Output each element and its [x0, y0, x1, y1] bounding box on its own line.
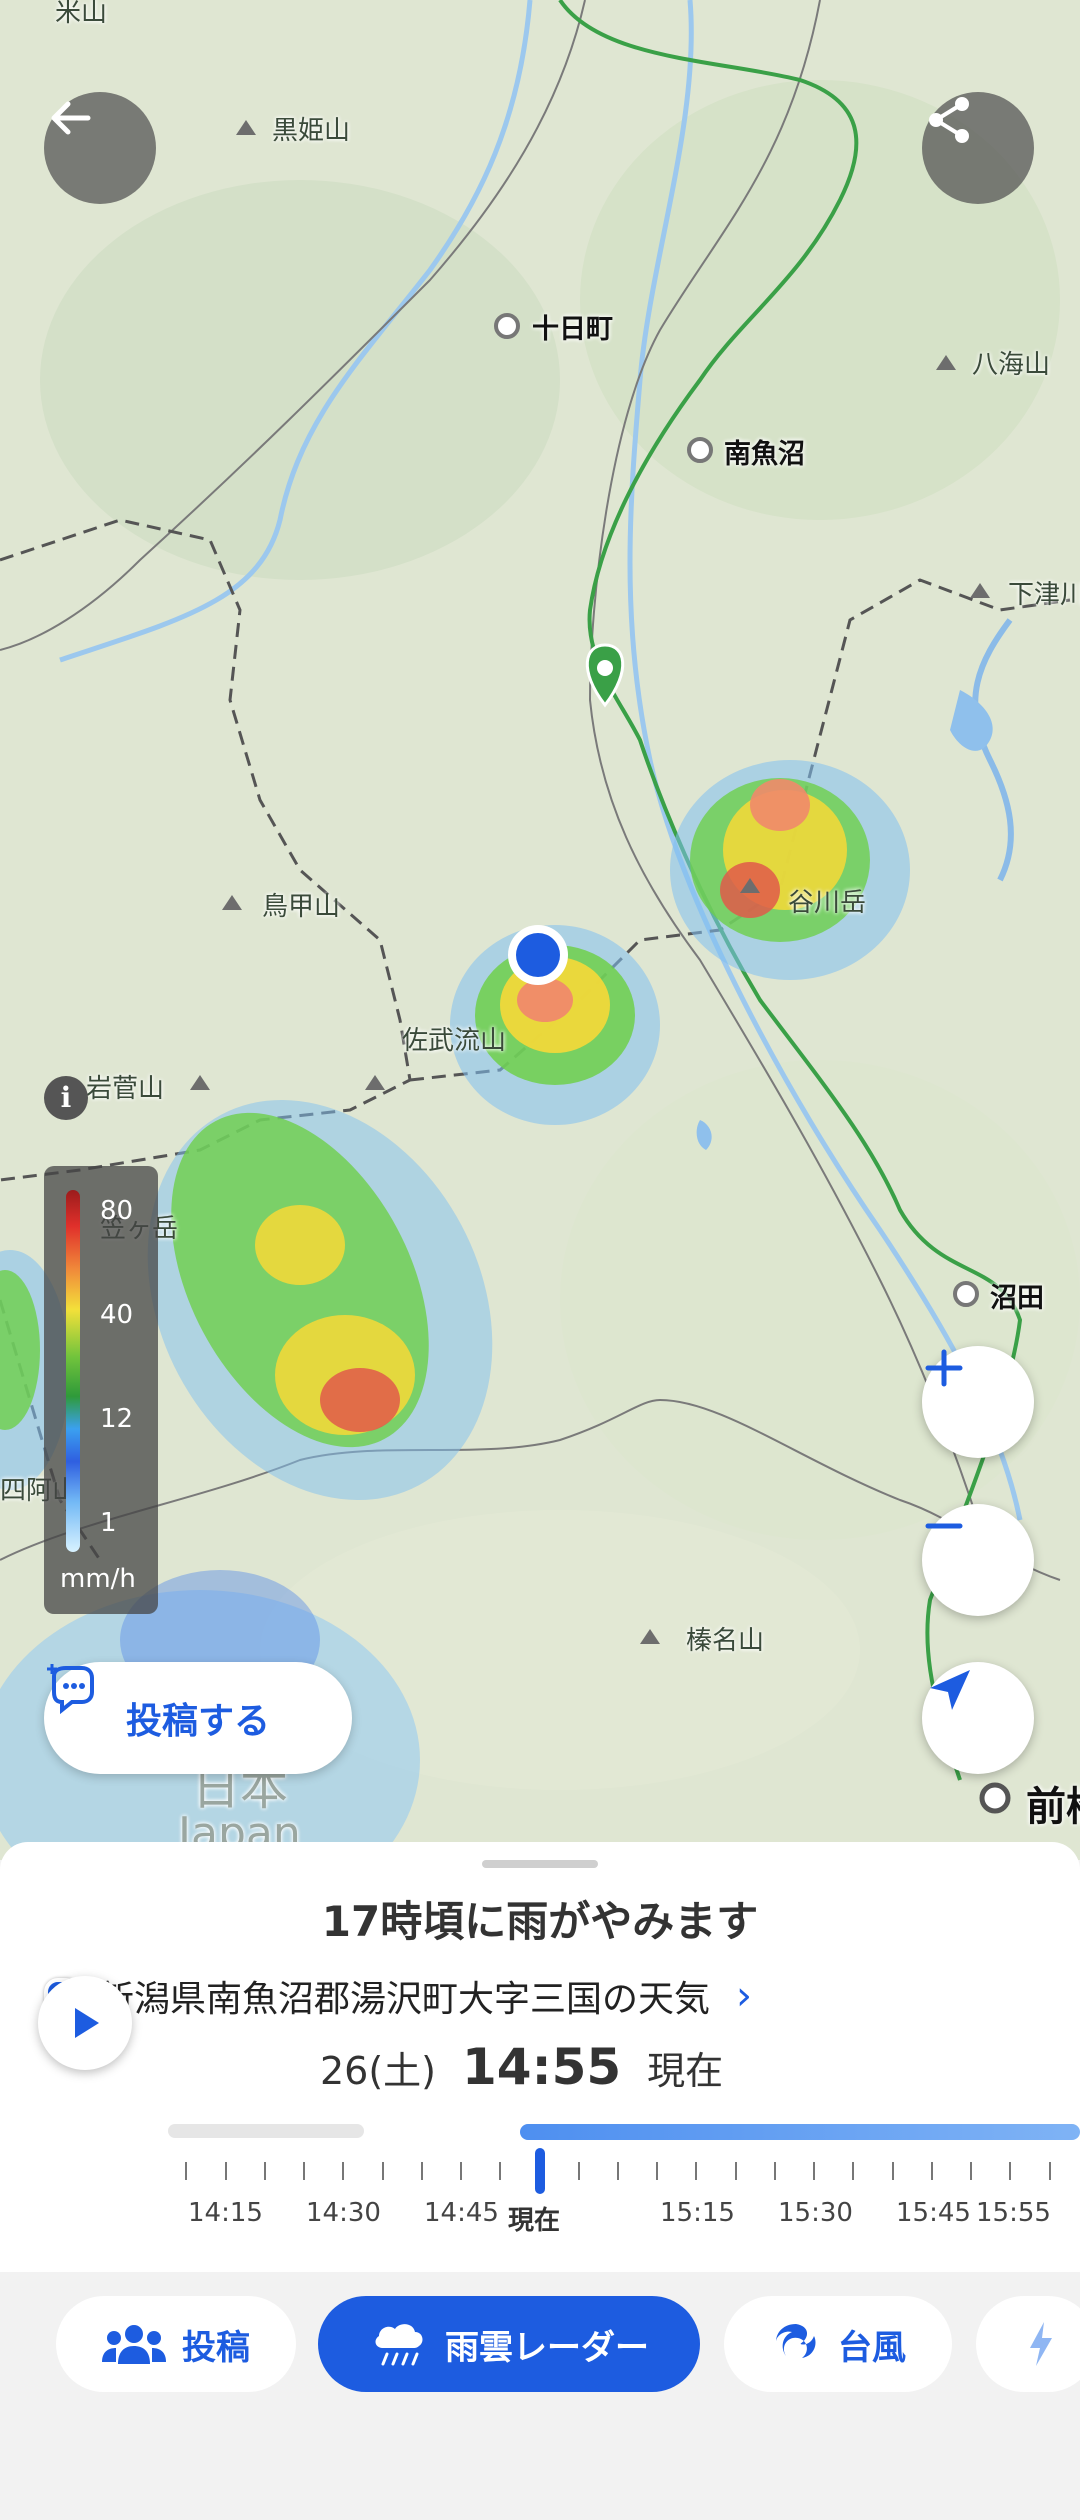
- map-label-torikabuto: 鳥甲山: [262, 892, 341, 922]
- nav-tab-posts[interactable]: 投稿: [56, 2296, 296, 2392]
- nav-tab-typhoon[interactable]: 台風: [724, 2296, 952, 2392]
- map-label-shimotsu: 下津川: [1008, 580, 1080, 610]
- play-button[interactable]: [38, 1976, 132, 2070]
- map-label-tanigawa: 谷川岳: [788, 888, 867, 918]
- now-label: 現在: [647, 2049, 724, 2093]
- nav-tab-lightning[interactable]: [976, 2296, 1080, 2392]
- timeline-label: 14:15: [188, 2198, 263, 2228]
- legend-label-1: 1: [100, 1508, 117, 1538]
- radar-map[interactable]: 米山 黒姫山 八海山 下津川 鳥甲山 谷川岳 佐武流山 岩菅山 笠ヶ岳 四阿山 …: [0, 0, 1080, 1860]
- map-label-kurohime: 黒姫山: [272, 116, 351, 146]
- timeline-label: 14:30: [306, 2198, 381, 2228]
- post-button-label: 投稿する: [125, 1701, 270, 1742]
- current-location-button[interactable]: [922, 1662, 1034, 1774]
- chevron-right-icon: ›: [736, 1973, 753, 2019]
- location-name: 新潟県南魚沼郡湯沢町大字三国の天気: [98, 1979, 711, 2020]
- navigation-arrow-icon: [930, 1670, 970, 1710]
- timeline-label: 14:45: [424, 2198, 499, 2228]
- typhoon-icon: [776, 2324, 816, 2358]
- legend-unit: mm/h: [60, 1564, 136, 1594]
- map-label-hachikai: 八海山: [972, 350, 1051, 380]
- timeline-past-bar: [168, 2124, 364, 2138]
- nav-tab-rain-radar[interactable]: 雨雲レーダー: [318, 2296, 700, 2392]
- map-label-haruna: 榛名山: [686, 1626, 765, 1656]
- sheet-handle[interactable]: [482, 1860, 598, 1868]
- legend-label-40: 40: [100, 1300, 134, 1330]
- map-label-top-left: 米山: [55, 0, 108, 28]
- nav-tab-label: 投稿: [182, 2327, 250, 2368]
- zoom-in-button[interactable]: [922, 1346, 1034, 1458]
- legend-label-80: 80: [100, 1196, 134, 1226]
- time-label: 14:55: [462, 2038, 622, 2096]
- back-button[interactable]: [44, 92, 156, 204]
- nav-tab-label: 雨雲レーダー: [445, 2327, 649, 2368]
- location-weather-link[interactable]: 新潟県南魚沼郡湯沢町大字三国の天気 ›: [44, 1970, 752, 2022]
- rain-cell-tanigawa: [670, 760, 910, 980]
- city-maebashi: 前橋: [1026, 1784, 1080, 1830]
- current-time-row: 26(土) 14:55 現在: [320, 2038, 723, 2096]
- minus-icon: [925, 1523, 963, 1529]
- legend-label-12: 12: [100, 1404, 134, 1434]
- post-bubble-icon: [47, 1664, 94, 1715]
- timeline-label: 15:45: [896, 2198, 971, 2228]
- timeline-label: 15:55: [976, 2198, 1051, 2228]
- timeline-label: 15:15: [660, 2198, 735, 2228]
- share-icon: [929, 97, 969, 143]
- legend-color-bar: [66, 1190, 80, 1552]
- city-tokamachi: 十日町: [532, 314, 613, 345]
- timeline-thumb: [535, 2148, 545, 2194]
- plus-icon: [925, 1349, 963, 1387]
- share-button[interactable]: [922, 92, 1034, 204]
- map-label-iwasuge: 岩菅山: [86, 1074, 165, 1104]
- back-arrow-icon: [51, 101, 91, 135]
- map-label-sabu: 佐武流山: [402, 1026, 507, 1056]
- timeline-label: 15:30: [778, 2198, 853, 2228]
- rain-forecast-headline: 17時頃に雨がやみます: [321, 1897, 759, 1946]
- rain-cloud-icon: [375, 2324, 423, 2366]
- people-icon: [102, 2325, 166, 2364]
- city-numata: 沼田: [990, 1283, 1044, 1314]
- city-minamiuonuma: 南魚沼: [724, 439, 805, 470]
- nav-tab-label: 台風: [838, 2327, 906, 2368]
- map-layer: [0, 0, 1080, 1860]
- lightning-icon: [1030, 2322, 1052, 2366]
- timeline-label-now: 現在: [508, 2206, 561, 2236]
- date-label: 26(土): [320, 2049, 437, 2093]
- post-button[interactable]: 投稿する: [44, 1662, 352, 1774]
- green-location-pin[interactable]: [585, 643, 625, 708]
- play-icon: [75, 2008, 99, 2038]
- zoom-out-button[interactable]: [922, 1504, 1034, 1616]
- timeline-forecast-bar: [520, 2124, 1080, 2140]
- rain-legend: 80 40 12 1 mm/h: [44, 1166, 158, 1614]
- info-icon[interactable]: i: [44, 1076, 88, 1120]
